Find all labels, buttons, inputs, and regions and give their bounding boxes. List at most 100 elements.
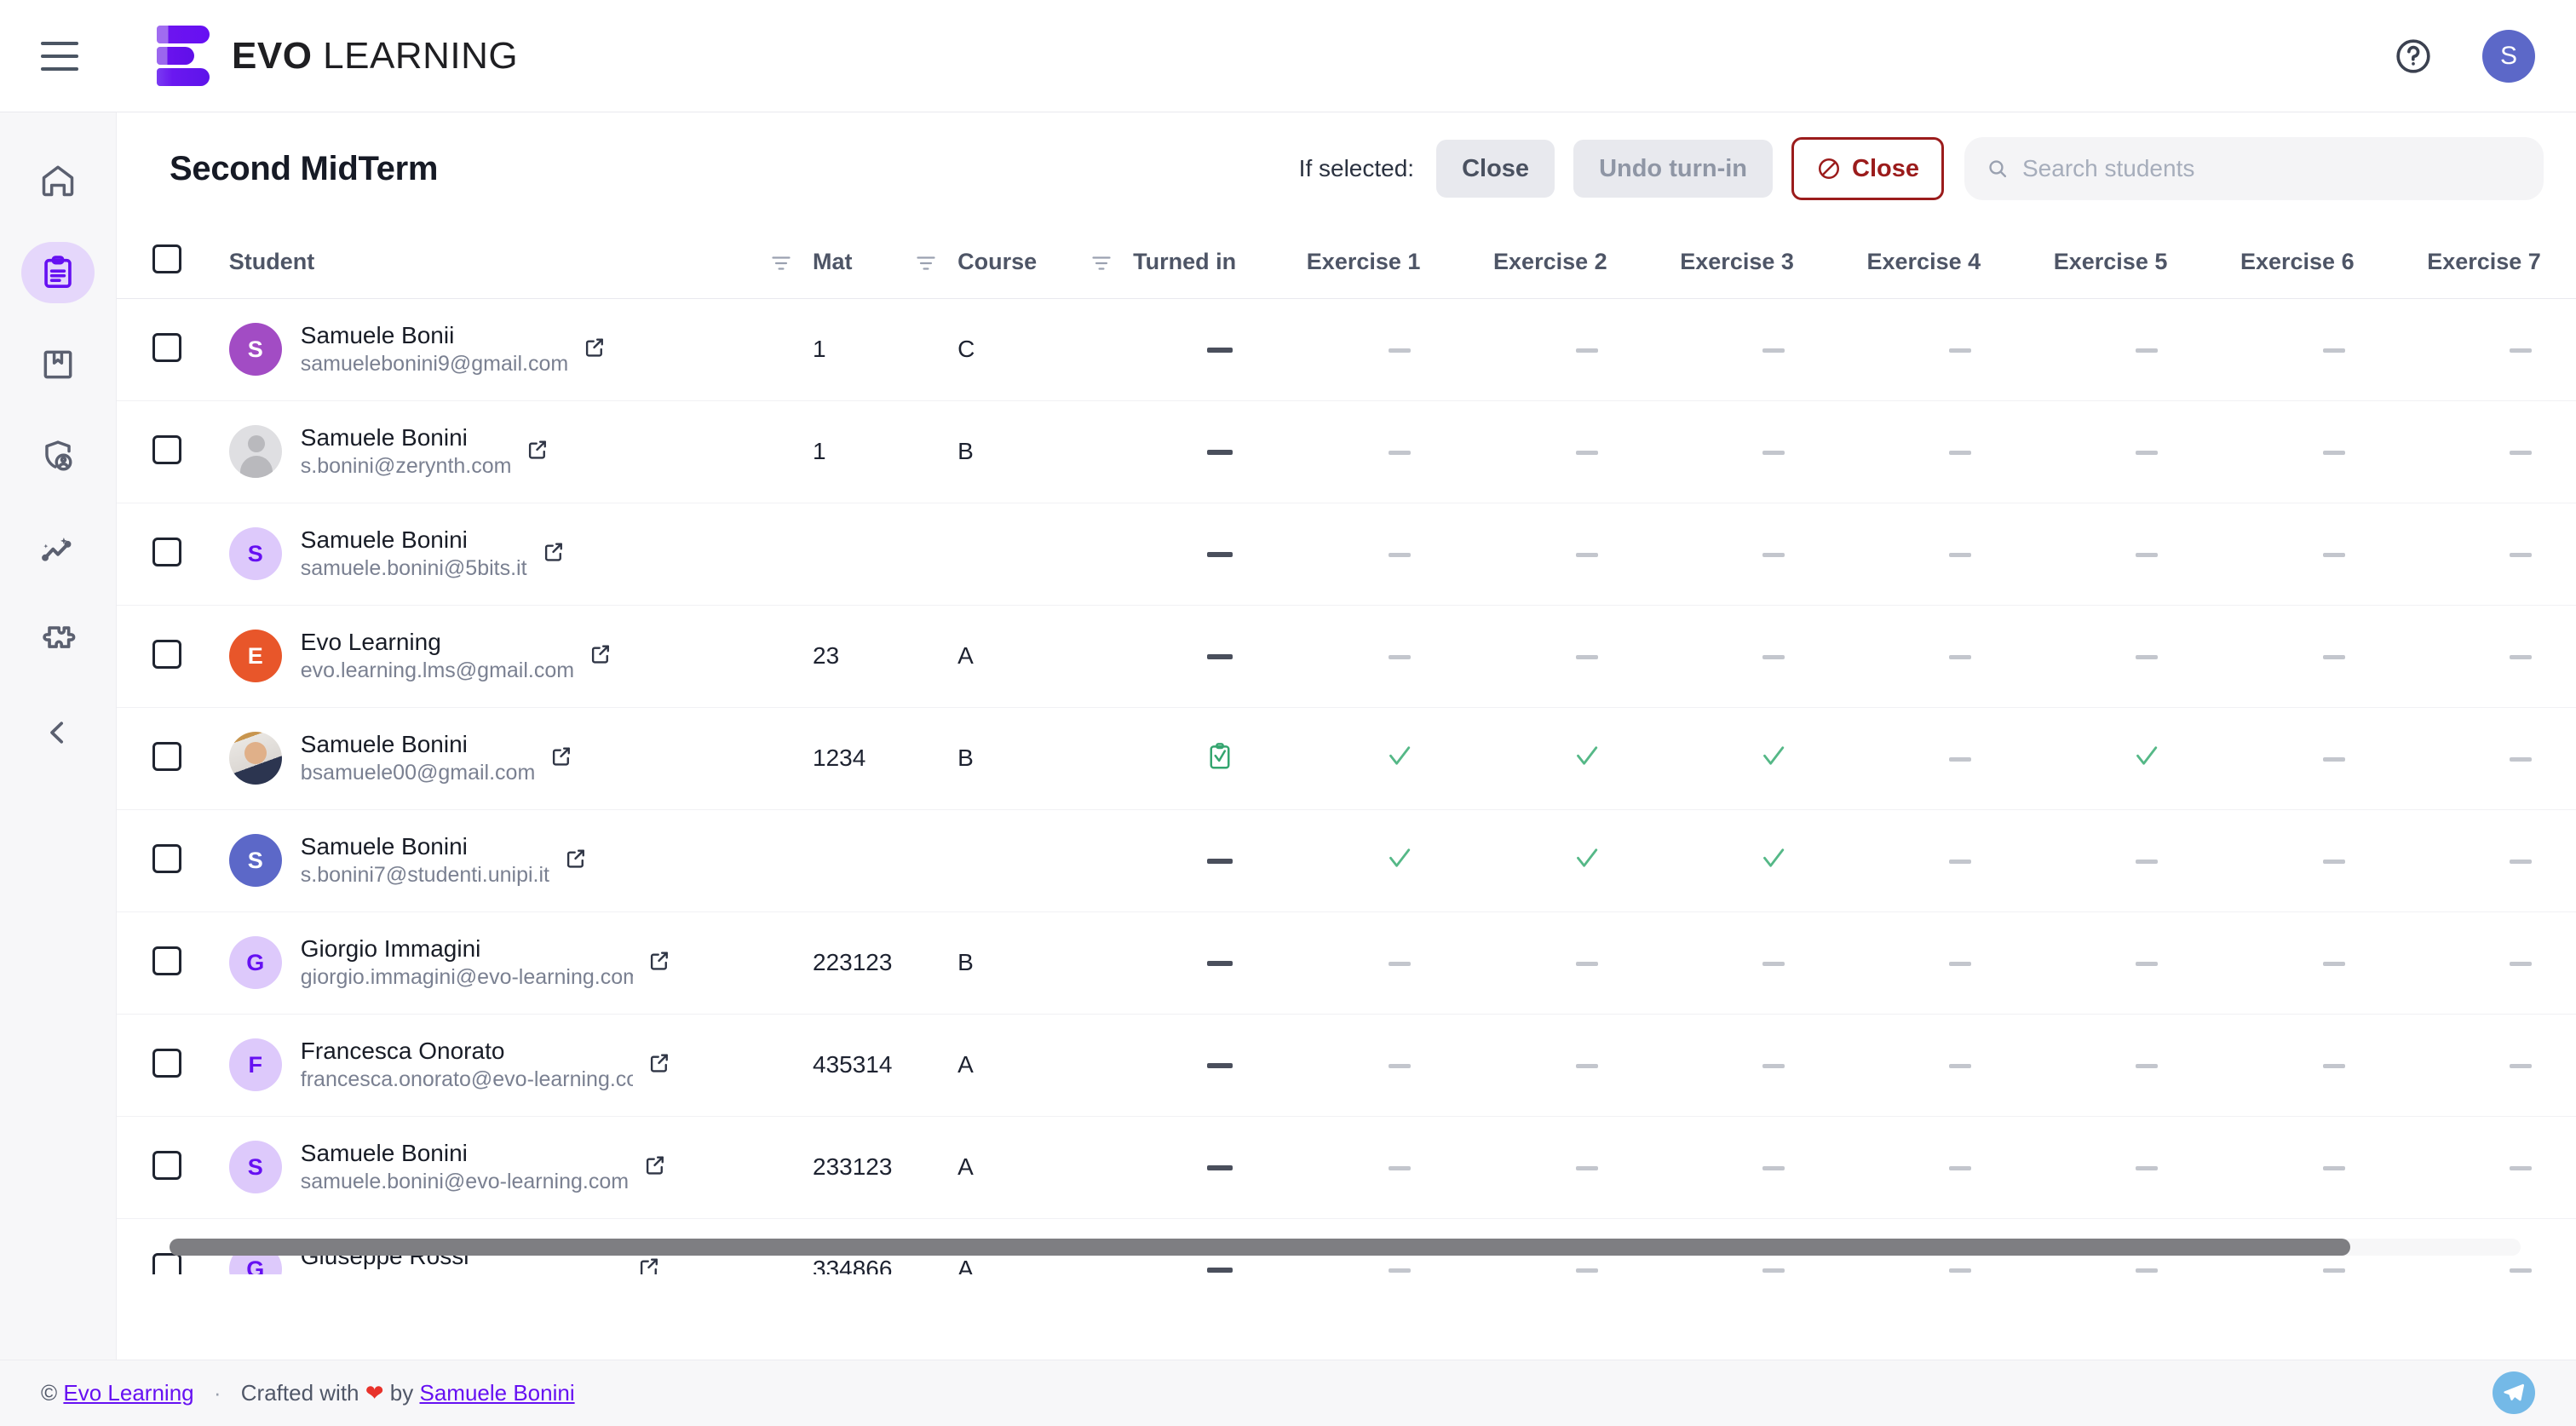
row-checkbox[interactable]: [152, 333, 181, 362]
column-course[interactable]: Course: [957, 227, 1070, 298]
exercise-6-cell[interactable]: [2240, 503, 2427, 605]
row-checkbox[interactable]: [152, 538, 181, 566]
exercise-5-cell[interactable]: [2054, 400, 2240, 503]
hamburger-icon[interactable]: [41, 42, 78, 71]
exercise-4-cell[interactable]: [1867, 1014, 2054, 1116]
exercise-4-cell[interactable]: [1867, 298, 2054, 400]
exercise-1-cell[interactable]: [1307, 298, 1493, 400]
filter-course-button[interactable]: [1070, 227, 1133, 298]
turned-in-cell[interactable]: [1133, 707, 1307, 809]
exercise-2-cell[interactable]: [1493, 605, 1680, 707]
exercise-5-cell[interactable]: [2054, 809, 2240, 911]
exercise-3-cell[interactable]: [1680, 1014, 1866, 1116]
footer-author-link[interactable]: Samuele Bonini: [419, 1380, 574, 1406]
exercise-2-cell[interactable]: [1493, 1014, 1680, 1116]
column-exercise-3[interactable]: Exercise 3: [1680, 227, 1866, 298]
open-student-link[interactable]: [582, 335, 607, 365]
brand-logo[interactable]: EVO LEARNING: [157, 26, 518, 87]
row-checkbox[interactable]: [152, 742, 181, 771]
exercise-1-cell[interactable]: [1307, 911, 1493, 1014]
turned-in-cell[interactable]: [1133, 605, 1307, 707]
sidebar-item-courses[interactable]: [21, 334, 95, 395]
exercise-6-cell[interactable]: [2240, 911, 2427, 1014]
table-row[interactable]: EEvo Learningevo.learning.lms@gmail.com2…: [117, 605, 2576, 707]
close-assignment-button[interactable]: Close: [1791, 137, 1944, 200]
exercise-7-cell[interactable]: [2427, 1116, 2576, 1218]
telegram-send-icon[interactable]: [2493, 1371, 2535, 1414]
exercise-7-cell[interactable]: [2427, 605, 2576, 707]
exercise-6-cell[interactable]: [2240, 1014, 2427, 1116]
turned-in-cell[interactable]: [1133, 809, 1307, 911]
row-checkbox[interactable]: [152, 946, 181, 975]
footer-brand-link[interactable]: Evo Learning: [63, 1380, 193, 1406]
exercise-3-cell[interactable]: [1680, 911, 1866, 1014]
open-student-link[interactable]: [642, 1153, 668, 1182]
horizontal-scrollbar[interactable]: [170, 1239, 2521, 1256]
exercise-4-cell[interactable]: [1867, 707, 2054, 809]
open-student-link[interactable]: [525, 437, 550, 467]
exercise-4-cell[interactable]: [1867, 1116, 2054, 1218]
exercise-5-cell[interactable]: [2054, 503, 2240, 605]
exercise-6-cell[interactable]: [2240, 400, 2427, 503]
column-exercise-2[interactable]: Exercise 2: [1493, 227, 1680, 298]
exercise-7-cell[interactable]: [2427, 911, 2576, 1014]
row-checkbox[interactable]: [152, 844, 181, 873]
column-mat[interactable]: Mat: [813, 227, 894, 298]
open-student-link[interactable]: [549, 744, 574, 773]
exercise-3-cell[interactable]: [1680, 298, 1866, 400]
table-row[interactable]: Samuele Boninibsamuele00@gmail.com1234B: [117, 707, 2576, 809]
exercise-2-cell[interactable]: [1493, 707, 1680, 809]
exercise-1-cell[interactable]: [1307, 1116, 1493, 1218]
filter-student-button[interactable]: [750, 227, 813, 298]
exercise-2-cell[interactable]: [1493, 298, 1680, 400]
exercise-3-cell[interactable]: [1680, 400, 1866, 503]
column-exercise-5[interactable]: Exercise 5: [2054, 227, 2240, 298]
exercise-7-cell[interactable]: [2427, 707, 2576, 809]
open-student-link[interactable]: [588, 641, 613, 671]
exercise-3-cell[interactable]: [1680, 1116, 1866, 1218]
column-exercise-7[interactable]: Exercise 7: [2427, 227, 2576, 298]
exercise-6-cell[interactable]: [2240, 605, 2427, 707]
column-exercise-6[interactable]: Exercise 6: [2240, 227, 2427, 298]
exercise-2-cell[interactable]: [1493, 400, 1680, 503]
exercise-2-cell[interactable]: [1493, 911, 1680, 1014]
exercise-5-cell[interactable]: [2054, 1116, 2240, 1218]
exercise-7-cell[interactable]: [2427, 298, 2576, 400]
turned-in-cell[interactable]: [1133, 1116, 1307, 1218]
exercise-1-cell[interactable]: [1307, 809, 1493, 911]
exercise-1-cell[interactable]: [1307, 605, 1493, 707]
scrollbar-thumb[interactable]: [170, 1239, 2350, 1256]
help-circle-icon[interactable]: [2394, 37, 2433, 76]
exercise-7-cell[interactable]: [2427, 400, 2576, 503]
undo-turnin-button[interactable]: Undo turn-in: [1573, 140, 1773, 198]
exercise-5-cell[interactable]: [2054, 1014, 2240, 1116]
sidebar-item-students[interactable]: [21, 426, 95, 487]
exercise-6-cell[interactable]: [2240, 809, 2427, 911]
exercise-4-cell[interactable]: [1867, 400, 2054, 503]
exercise-3-cell[interactable]: [1680, 809, 1866, 911]
close-selected-button[interactable]: Close: [1436, 140, 1555, 198]
turned-in-cell[interactable]: [1133, 400, 1307, 503]
sidebar-item-home[interactable]: [21, 150, 95, 211]
table-row[interactable]: GGiorgio Immaginigiorgio.immagini@evo-le…: [117, 911, 2576, 1014]
row-checkbox[interactable]: [152, 1253, 181, 1274]
table-row[interactable]: SSamuele Boninis.bonini7@studenti.unipi.…: [117, 809, 2576, 911]
exercise-1-cell[interactable]: [1307, 707, 1493, 809]
exercise-5-cell[interactable]: [2054, 911, 2240, 1014]
exercise-3-cell[interactable]: [1680, 707, 1866, 809]
avatar[interactable]: S: [2482, 30, 2535, 83]
open-student-link[interactable]: [541, 539, 566, 569]
column-exercise-4[interactable]: Exercise 4: [1867, 227, 2054, 298]
search-box[interactable]: [1964, 137, 2544, 200]
row-checkbox[interactable]: [152, 435, 181, 464]
exercise-1-cell[interactable]: [1307, 503, 1493, 605]
turned-in-cell[interactable]: [1133, 298, 1307, 400]
row-checkbox[interactable]: [152, 1151, 181, 1180]
turned-in-cell[interactable]: [1133, 1014, 1307, 1116]
open-student-link[interactable]: [563, 846, 589, 876]
exercise-6-cell[interactable]: [2240, 707, 2427, 809]
exercise-3-cell[interactable]: [1680, 503, 1866, 605]
exercise-4-cell[interactable]: [1867, 911, 2054, 1014]
sidebar-item-assignments[interactable]: [21, 242, 95, 303]
row-checkbox[interactable]: [152, 1049, 181, 1078]
